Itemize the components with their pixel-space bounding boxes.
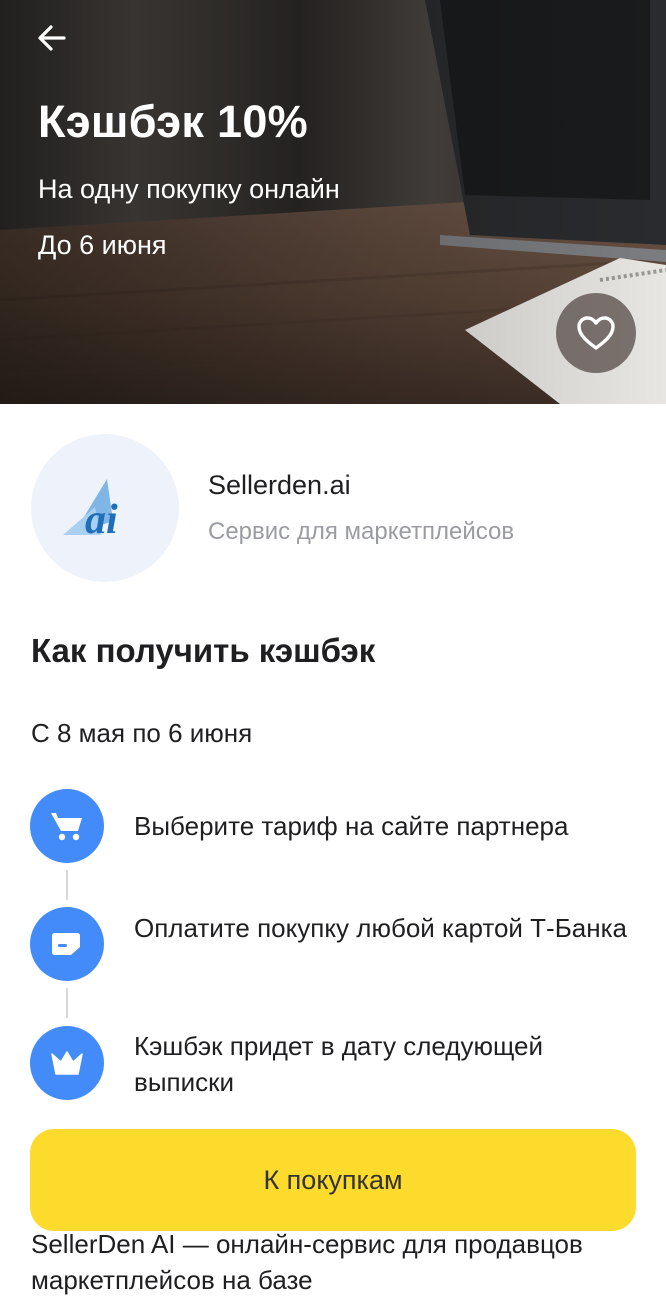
cashback-deadline: До 6 июня [38,230,167,260]
crown-icon [51,1051,83,1075]
partner-logo: ai [31,434,179,582]
step-connector [66,870,68,900]
sellerden-logo-icon: ai [63,479,118,543]
step-3-icon-circle [30,1026,104,1100]
step-2-icon-circle [30,907,104,981]
step-1-text: Выберите тариф на сайте партнера [134,811,569,841]
partner-description: Сервис для маркетплейсов [208,518,515,545]
cashback-title: Кэшбэк 10% [38,96,308,147]
heart-outline-icon [577,316,615,350]
hero-banner: Кэшбэк 10% На одну покупку онлайн До 6 и… [0,0,666,404]
partner-about-text: SellerDen AI — онлайн-сервис для продавц… [31,1229,583,1295]
go-shopping-button[interactable]: К покупкам [30,1129,636,1231]
how-to-title: Как получить кэшбэк [31,632,376,669]
offer-period: С 8 мая по 6 июня [31,718,253,748]
arrow-left-icon [38,25,66,51]
svg-text:ai: ai [85,497,118,543]
cashback-subtitle: На одну покупку онлайн [38,174,340,204]
partner-name: Sellerden.ai [208,470,351,500]
step-3-text: Кэшбэк придет в дату следующей выписки [134,1031,544,1097]
step-1-icon-circle [30,789,104,863]
step-2-text: Оплатите покупку любой картой Т-Банка [134,913,627,943]
favorite-button[interactable] [556,293,636,373]
cart-icon [51,813,82,841]
back-button[interactable] [28,14,76,62]
card-icon [52,933,80,955]
step-connector [66,988,68,1018]
